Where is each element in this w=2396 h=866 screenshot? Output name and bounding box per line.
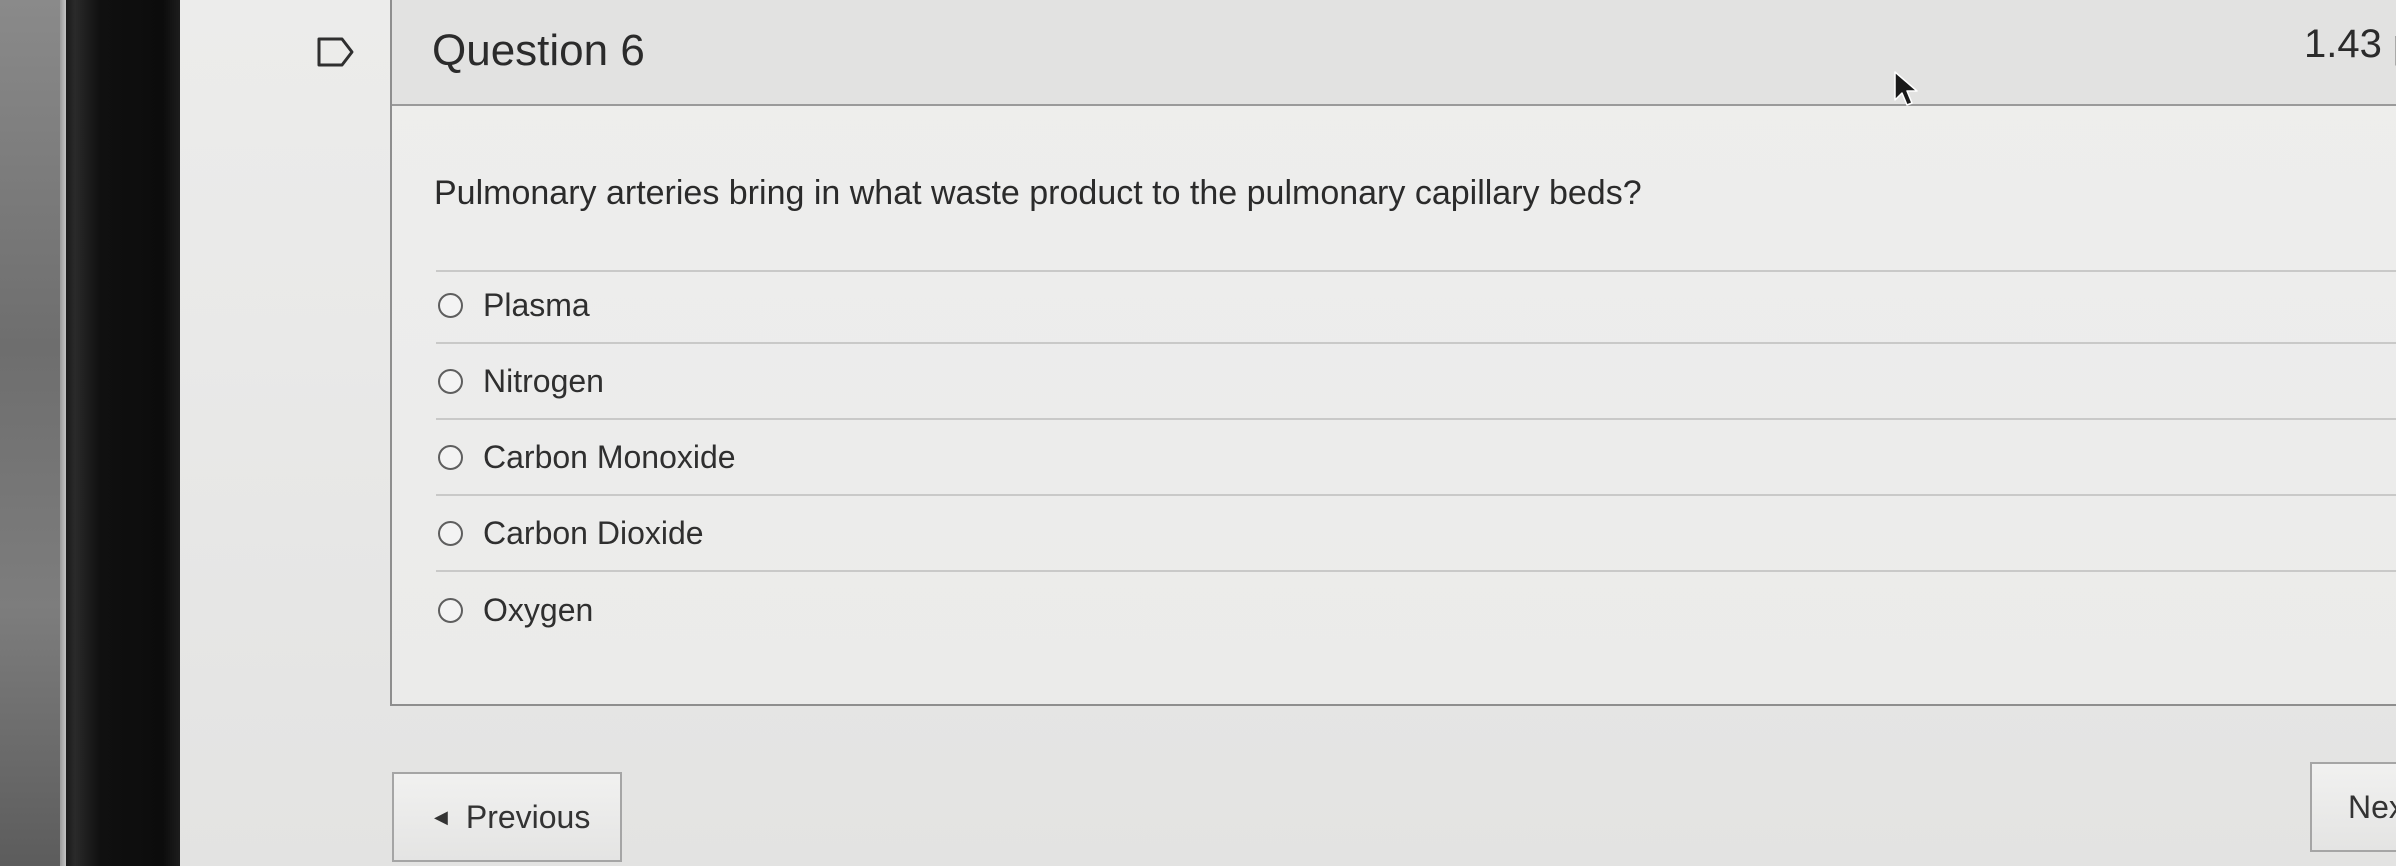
answer-option[interactable]: Plasma bbox=[436, 268, 2396, 344]
question-text: Pulmonary arteries bring in what waste p… bbox=[434, 174, 1642, 212]
radio-button[interactable] bbox=[438, 444, 463, 470]
question-points: 1.43 p bbox=[2304, 22, 2396, 66]
radio-button[interactable] bbox=[438, 597, 463, 623]
answer-option[interactable]: Oxygen bbox=[436, 572, 2396, 648]
previous-label: Previous bbox=[465, 798, 591, 835]
screen: Question 6 1.43 p Pulmonary arteries bri… bbox=[180, 0, 2396, 866]
question-title: Question 6 bbox=[432, 26, 645, 75]
mouse-pointer-icon bbox=[1894, 71, 1918, 106]
answer-label: Carbon Monoxide bbox=[483, 438, 736, 475]
answer-list: Plasma Nitrogen Carbon Monoxide Carbon D… bbox=[436, 268, 2396, 648]
monitor-bezel bbox=[66, 0, 180, 866]
answer-label: Plasma bbox=[483, 286, 590, 323]
answer-label: Nitrogen bbox=[483, 362, 604, 399]
radio-button[interactable] bbox=[438, 520, 463, 546]
next-label: Nex bbox=[2348, 788, 2396, 825]
flag-question-icon[interactable] bbox=[316, 36, 356, 68]
answer-option[interactable]: Nitrogen bbox=[436, 344, 2396, 420]
answer-label: Carbon Dioxide bbox=[483, 514, 704, 551]
caret-left-icon: ◀ bbox=[434, 806, 448, 827]
answer-option[interactable]: Carbon Monoxide bbox=[436, 420, 2396, 496]
next-button[interactable]: Nex bbox=[2310, 762, 2396, 852]
radio-button[interactable] bbox=[438, 368, 463, 394]
question-header: Question 6 1.43 p bbox=[392, 0, 2396, 106]
question-card: Question 6 1.43 p Pulmonary arteries bri… bbox=[390, 0, 2396, 706]
answer-label: Oxygen bbox=[483, 591, 594, 628]
answer-option[interactable]: Carbon Dioxide bbox=[436, 496, 2396, 572]
radio-button[interactable] bbox=[438, 292, 463, 318]
previous-button[interactable]: ◀ Previous bbox=[392, 772, 622, 862]
